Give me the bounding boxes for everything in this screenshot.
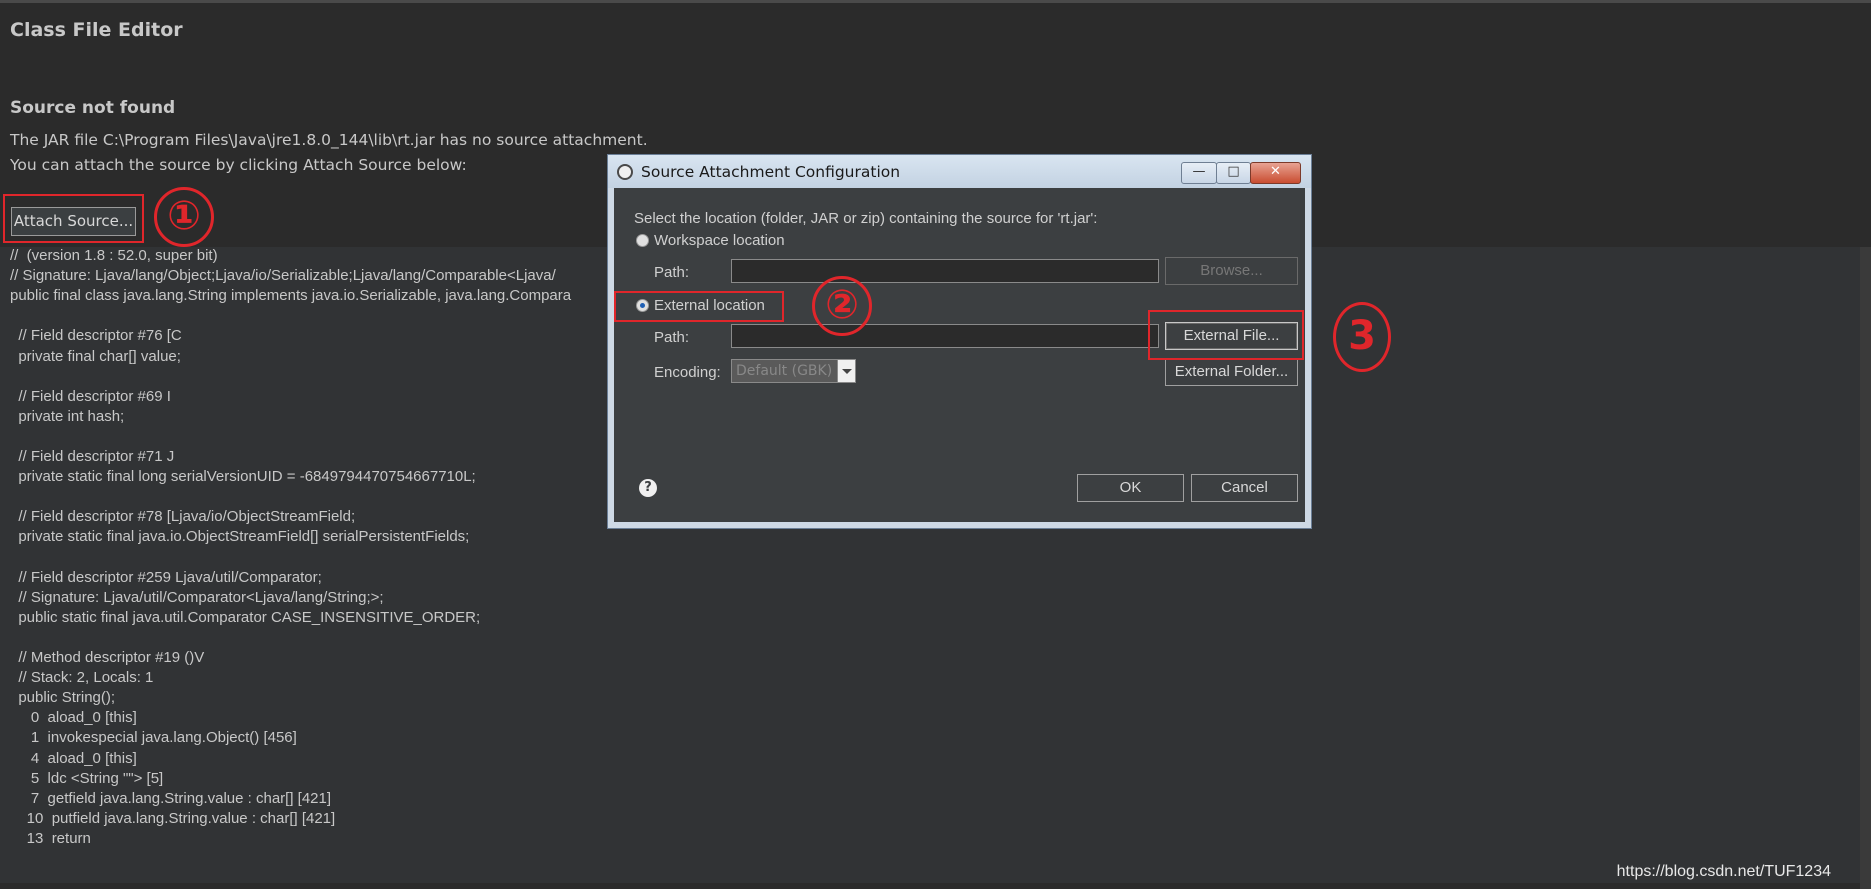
dialog-title: Source Attachment Configuration bbox=[641, 163, 901, 181]
code-line: // Method descriptor #19 ()V bbox=[10, 649, 205, 666]
code-line: 1 invokespecial java.lang.Object() [456] bbox=[10, 729, 297, 747]
browse-button[interactable]: Browse... bbox=[1165, 257, 1298, 285]
code-line: public String(); bbox=[10, 689, 116, 707]
attach-instructions: You can attach the source by clicking At… bbox=[10, 156, 467, 174]
minimize-button[interactable]: — bbox=[1181, 162, 1217, 184]
encoding-value: Default (GBK) bbox=[736, 363, 833, 379]
code-line: // Field descriptor #69 I bbox=[10, 387, 171, 405]
code-line: // Field descriptor #259 Ljava/util/Comp… bbox=[10, 568, 322, 586]
external-location-label[interactable]: External location bbox=[654, 297, 765, 314]
encoding-select[interactable]: Default (GBK) bbox=[731, 359, 856, 383]
callout-3: 3 bbox=[1333, 302, 1391, 372]
chevron-down-icon[interactable] bbox=[837, 360, 855, 382]
watermark: https://blog.csdn.net/TUF1234 bbox=[1616, 863, 1831, 880]
workspace-location-label[interactable]: Workspace location bbox=[654, 232, 785, 249]
workspace-path-label: Path: bbox=[654, 264, 690, 281]
callout-2: ② bbox=[812, 276, 872, 336]
external-path-label: Path: bbox=[654, 329, 690, 346]
editor-title: Class File Editor bbox=[10, 19, 183, 41]
code-line: private final char[] value; bbox=[10, 347, 181, 365]
attach-source-button[interactable]: Attach Source... bbox=[11, 207, 136, 236]
callout-1: ① bbox=[154, 187, 214, 247]
code-line: public static final java.util.Comparator… bbox=[10, 608, 481, 626]
code-line: 5 ldc <String ""> [5] bbox=[10, 769, 164, 787]
source-not-found-heading: Source not found bbox=[10, 98, 176, 118]
code-line: // Field descriptor #76 [C bbox=[10, 327, 182, 345]
encoding-label: Encoding: bbox=[654, 364, 721, 381]
code-line: // Signature: Ljava/lang/Object;Ljava/io… bbox=[10, 267, 556, 285]
code-line: 4 aload_0 [this] bbox=[10, 749, 137, 767]
code-line: // Stack: 2, Locals: 1 bbox=[10, 669, 154, 687]
eclipse-icon bbox=[617, 164, 633, 180]
source-attachment-dialog: Source Attachment Configuration — □ ✕ Se… bbox=[607, 154, 1312, 529]
code-line: private int hash; bbox=[10, 407, 125, 425]
dialog-body: Select the location (folder, JAR or zip)… bbox=[614, 188, 1305, 522]
code-line: public final class java.lang.String impl… bbox=[10, 287, 572, 305]
code-line: private static final long serialVersionU… bbox=[10, 468, 476, 486]
cancel-button[interactable]: Cancel bbox=[1191, 474, 1298, 502]
jar-message: The JAR file C:\Program Files\Java\jre1.… bbox=[10, 131, 648, 149]
dialog-titlebar[interactable]: Source Attachment Configuration — □ ✕ bbox=[608, 155, 1311, 188]
code-line: // Signature: Ljava/util/Comparator<Ljav… bbox=[10, 588, 384, 606]
code-line: 13 return bbox=[10, 829, 91, 847]
code-line: 7 getfield java.lang.String.value : char… bbox=[10, 789, 332, 807]
external-location-radio[interactable] bbox=[636, 299, 649, 312]
external-path-input[interactable] bbox=[731, 324, 1159, 348]
maximize-button[interactable]: □ bbox=[1216, 162, 1251, 184]
code-line: 10 putfield java.lang.String.value : cha… bbox=[10, 809, 336, 827]
vertical-scrollbar[interactable] bbox=[1860, 247, 1871, 889]
dialog-prompt: Select the location (folder, JAR or zip)… bbox=[634, 210, 1098, 227]
external-file-button[interactable]: External File... bbox=[1165, 322, 1298, 350]
code-line: // Field descriptor #78 [Ljava/io/Object… bbox=[10, 508, 356, 526]
close-button[interactable]: ✕ bbox=[1250, 162, 1301, 184]
workspace-path-input[interactable] bbox=[731, 259, 1159, 283]
external-folder-button[interactable]: External Folder... bbox=[1165, 358, 1298, 386]
ok-button[interactable]: OK bbox=[1077, 474, 1184, 502]
workspace-location-radio[interactable] bbox=[636, 234, 649, 247]
code-line: private static final java.io.ObjectStrea… bbox=[10, 528, 470, 546]
code-line: // (version 1.8 : 52.0, super bit) bbox=[10, 247, 218, 264]
code-line: // Field descriptor #71 J bbox=[10, 448, 175, 465]
help-icon[interactable]: ? bbox=[639, 479, 657, 497]
code-line: 0 aload_0 [this] bbox=[10, 709, 137, 727]
